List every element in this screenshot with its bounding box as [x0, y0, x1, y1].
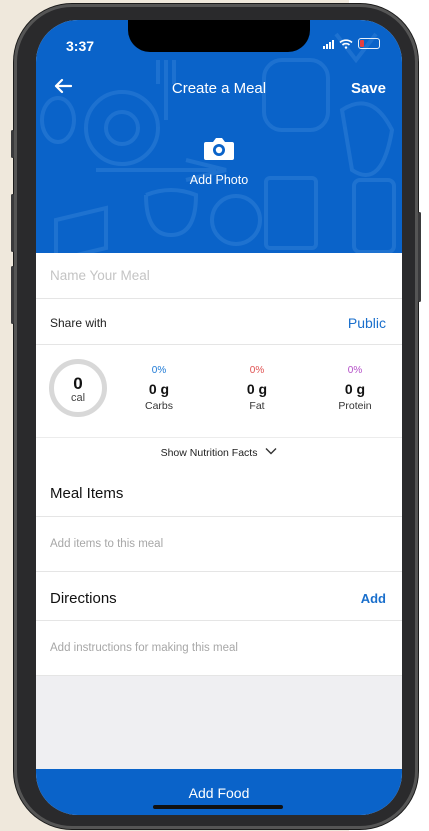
device-notch [128, 20, 310, 52]
fat-grams: 0 g [246, 381, 268, 397]
show-nutrition-facts-button[interactable]: Show Nutrition Facts [36, 447, 402, 459]
nutrition-summary: 0 cal 0% 0 g Carbs 0% 0 g Fat 0% 0 g Pro… [36, 345, 402, 437]
meal-name-input[interactable] [50, 253, 380, 297]
share-value-public[interactable]: Public [348, 315, 386, 331]
add-instructions-hint[interactable]: Add instructions for making this meal [50, 642, 238, 654]
battery-icon [358, 38, 380, 49]
meal-name-row [36, 253, 402, 299]
volume-down-button [11, 266, 14, 324]
show-nutrition-facts-label: Show Nutrition Facts [160, 447, 258, 459]
protein-label: Protein [338, 400, 372, 412]
status-icons [323, 38, 380, 49]
page-title: Create a Meal [171, 80, 267, 97]
camera-icon[interactable] [203, 136, 235, 162]
directions-header: Directions Add [36, 572, 402, 621]
carbs-percent: 0% [151, 365, 167, 376]
save-button[interactable]: Save [351, 80, 386, 97]
add-meal-items-hint[interactable]: Add items to this meal [50, 538, 163, 550]
status-time: 3:37 [66, 38, 95, 54]
fat-label: Fat [249, 400, 265, 412]
directions-empty-row[interactable]: Add instructions for making this meal [36, 621, 402, 676]
meal-items-title: Meal Items [50, 485, 124, 502]
carbs-grams: 0 g [148, 381, 170, 397]
meal-items-empty-row[interactable]: Add items to this meal [36, 517, 402, 572]
home-indicator [153, 805, 283, 809]
calorie-ring: 0 cal [49, 359, 107, 417]
meal-items-header: Meal Items [36, 468, 402, 517]
macro-carbs: 0% 0 g Carbs [124, 365, 194, 412]
calorie-value: 0 [73, 374, 83, 393]
wifi-icon [339, 38, 353, 49]
chevron-down-icon [265, 448, 277, 455]
macro-protein: 0% 0 g Protein [320, 365, 390, 412]
calorie-unit: cal [70, 392, 86, 404]
photo-header[interactable]: 3:37 Create a Meal Save Add Photo [36, 20, 402, 253]
directions-add-button[interactable]: Add [361, 591, 386, 606]
volume-up-button [11, 194, 14, 252]
share-row[interactable]: Share with Public [36, 299, 402, 345]
carbs-label: Carbs [144, 400, 173, 412]
nutrition-toggle-row[interactable]: Show Nutrition Facts [36, 437, 402, 469]
app-screen: 3:37 Create a Meal Save Add Photo Name Y… [36, 20, 402, 815]
directions-title: Directions [50, 590, 117, 607]
add-photo-label[interactable]: Add Photo [36, 173, 402, 187]
fat-percent: 0% [249, 365, 265, 376]
signal-icon [323, 39, 334, 49]
protein-grams: 0 g [344, 381, 366, 397]
mute-switch [11, 130, 14, 158]
share-label: Share with [50, 316, 107, 330]
macro-fat: 0% 0 g Fat [222, 365, 292, 412]
protein-percent: 0% [347, 365, 363, 376]
empty-content-area [36, 676, 402, 769]
power-button [418, 212, 421, 302]
